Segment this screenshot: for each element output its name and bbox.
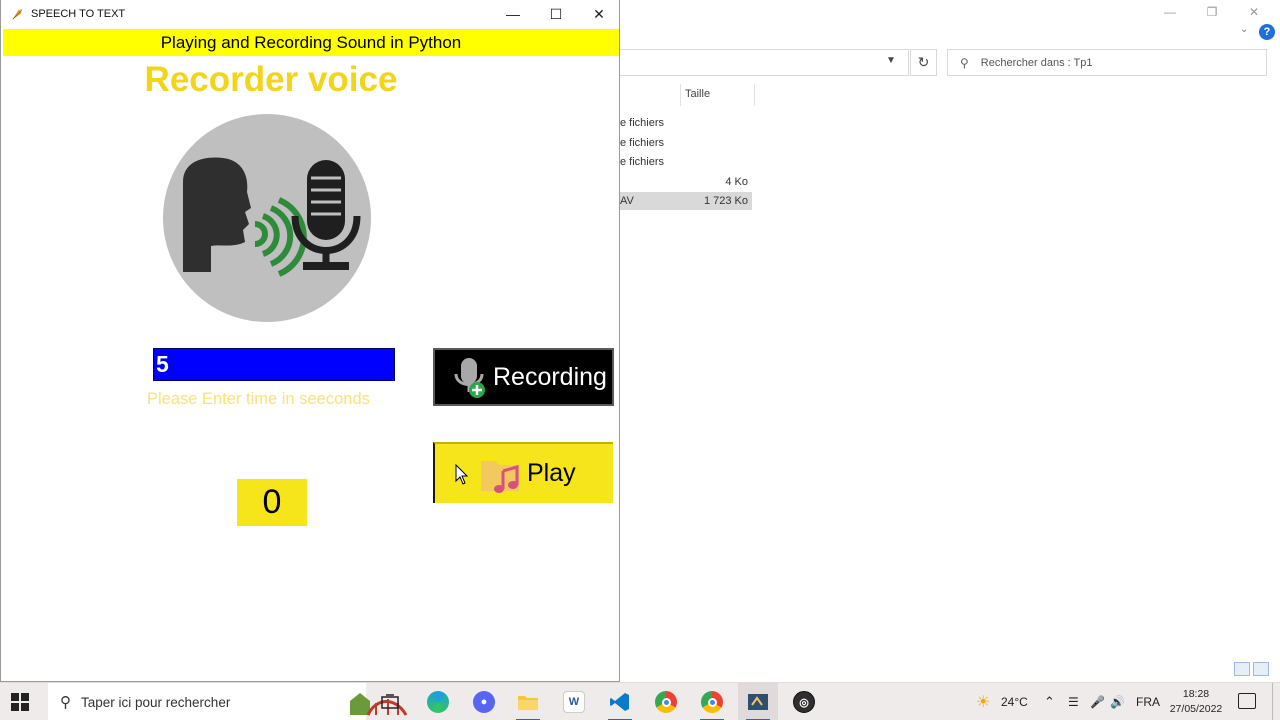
taskbar-search[interactable]: ⚲ Taper ici pour rechercher <box>48 683 408 720</box>
column-separator <box>680 84 681 106</box>
chrome-profile-icon[interactable] <box>692 683 732 720</box>
search-icon: ⚲ <box>960 55 969 70</box>
taskbar-search-placeholder: Taper ici pour rechercher <box>81 694 231 710</box>
explorer-restore-button[interactable]: ❐ <box>1192 2 1232 22</box>
file-row[interactable]: e fichiers <box>620 153 752 171</box>
close-button[interactable]: ✕ <box>577 0 621 28</box>
speech-to-text-window: SPEECH TO TEXT — ☐ ✕ Playing and Recordi… <box>0 0 620 682</box>
python-app-icon[interactable] <box>738 683 778 720</box>
recording-button-label: Recording <box>493 362 607 391</box>
file-row-selected[interactable]: AV 1 723 Ko <box>620 192 752 210</box>
notifications-icon[interactable] <box>1238 693 1256 709</box>
clock-time: 18:28 <box>1182 688 1210 700</box>
voice-recorder-icon <box>163 114 371 322</box>
explorer-search-placeholder: Rechercher dans : Tp1 <box>980 56 1093 69</box>
banner: Playing and Recording Sound in Python <box>3 29 619 56</box>
vscode-icon[interactable] <box>600 683 640 720</box>
network-icon[interactable]: ☰ <box>1068 683 1079 720</box>
windows-start-icon[interactable] <box>10 692 30 712</box>
page-title: Recorder voice <box>144 60 398 99</box>
file-type: e fichiers <box>620 156 665 168</box>
input-language[interactable]: FRA <box>1136 683 1160 720</box>
file-row[interactable]: e fichiers <box>620 114 752 132</box>
weather-icon[interactable]: ☀ <box>976 683 990 720</box>
clock-date: 27/05/2022 <box>1169 703 1223 715</box>
file-row[interactable]: e fichiers <box>620 134 752 152</box>
view-toggle[interactable] <box>1234 662 1269 676</box>
microphone-add-icon <box>454 358 485 398</box>
help-icon[interactable]: ? <box>1259 24 1275 40</box>
maximize-button[interactable]: ☐ <box>534 0 578 28</box>
search-icon: ⚲ <box>60 694 71 711</box>
chrome-icon[interactable] <box>646 683 686 720</box>
chevron-down-icon[interactable]: ▼ <box>886 55 896 66</box>
word-icon[interactable]: W <box>554 683 594 720</box>
refresh-button[interactable]: ↻ <box>910 49 937 76</box>
file-size: 4 Ko <box>725 176 748 188</box>
volume-icon[interactable]: 🔊 <box>1110 683 1125 720</box>
discord-icon[interactable]: ● <box>464 683 504 720</box>
ribbon-expand-icon[interactable]: ⌄ <box>1240 24 1248 35</box>
temperature[interactable]: 24°C <box>1001 683 1028 720</box>
microphone-icon[interactable]: 🎤 <box>1090 683 1105 720</box>
window-titlebar[interactable]: SPEECH TO TEXT — ☐ ✕ <box>1 0 619 28</box>
music-folder-icon <box>481 460 519 493</box>
show-desktop-button[interactable] <box>1272 683 1273 720</box>
play-button-label: Play <box>527 459 576 487</box>
duration-input[interactable] <box>153 348 395 381</box>
mouse-cursor-icon <box>455 464 469 485</box>
large-icons-view-icon[interactable] <box>1253 662 1269 676</box>
file-type: e fichiers <box>620 137 665 149</box>
feather-icon <box>12 8 23 20</box>
duration-hint: Please Enter time in seeconds <box>147 390 370 408</box>
file-size: 1 723 Ko <box>703 195 748 207</box>
column-separator <box>754 84 755 106</box>
explorer-close-button[interactable]: ✕ <box>1234 2 1274 22</box>
obs-icon[interactable]: ◎ <box>784 683 824 720</box>
file-explorer-icon[interactable] <box>508 683 548 720</box>
details-view-icon[interactable] <box>1234 662 1250 676</box>
recording-button[interactable]: Recording <box>433 348 614 406</box>
address-bar[interactable] <box>620 49 909 76</box>
taskbar: ⚲ Taper ici pour rechercher ● W ◎ ☀ 24°C… <box>0 682 1280 720</box>
file-row[interactable]: 4 Ko <box>620 173 752 191</box>
explorer-minimize-button[interactable]: — <box>1150 2 1190 22</box>
window-title: SPEECH TO TEXT <box>31 8 126 20</box>
minimize-button[interactable]: — <box>491 0 535 28</box>
chevron-up-icon[interactable]: ⌃ <box>1044 683 1055 720</box>
file-type: AV <box>620 195 634 207</box>
countdown-counter: 0 <box>237 479 307 526</box>
column-header-size[interactable]: Taille <box>685 88 710 100</box>
explorer-search-input[interactable]: ⚲ Rechercher dans : Tp1 <box>947 49 1267 76</box>
file-type: e fichiers <box>620 117 665 129</box>
clock[interactable]: 18:28 27/05/2022 <box>1162 687 1230 717</box>
task-view-icon[interactable] <box>370 683 410 720</box>
edge-browser-icon[interactable] <box>418 683 458 720</box>
